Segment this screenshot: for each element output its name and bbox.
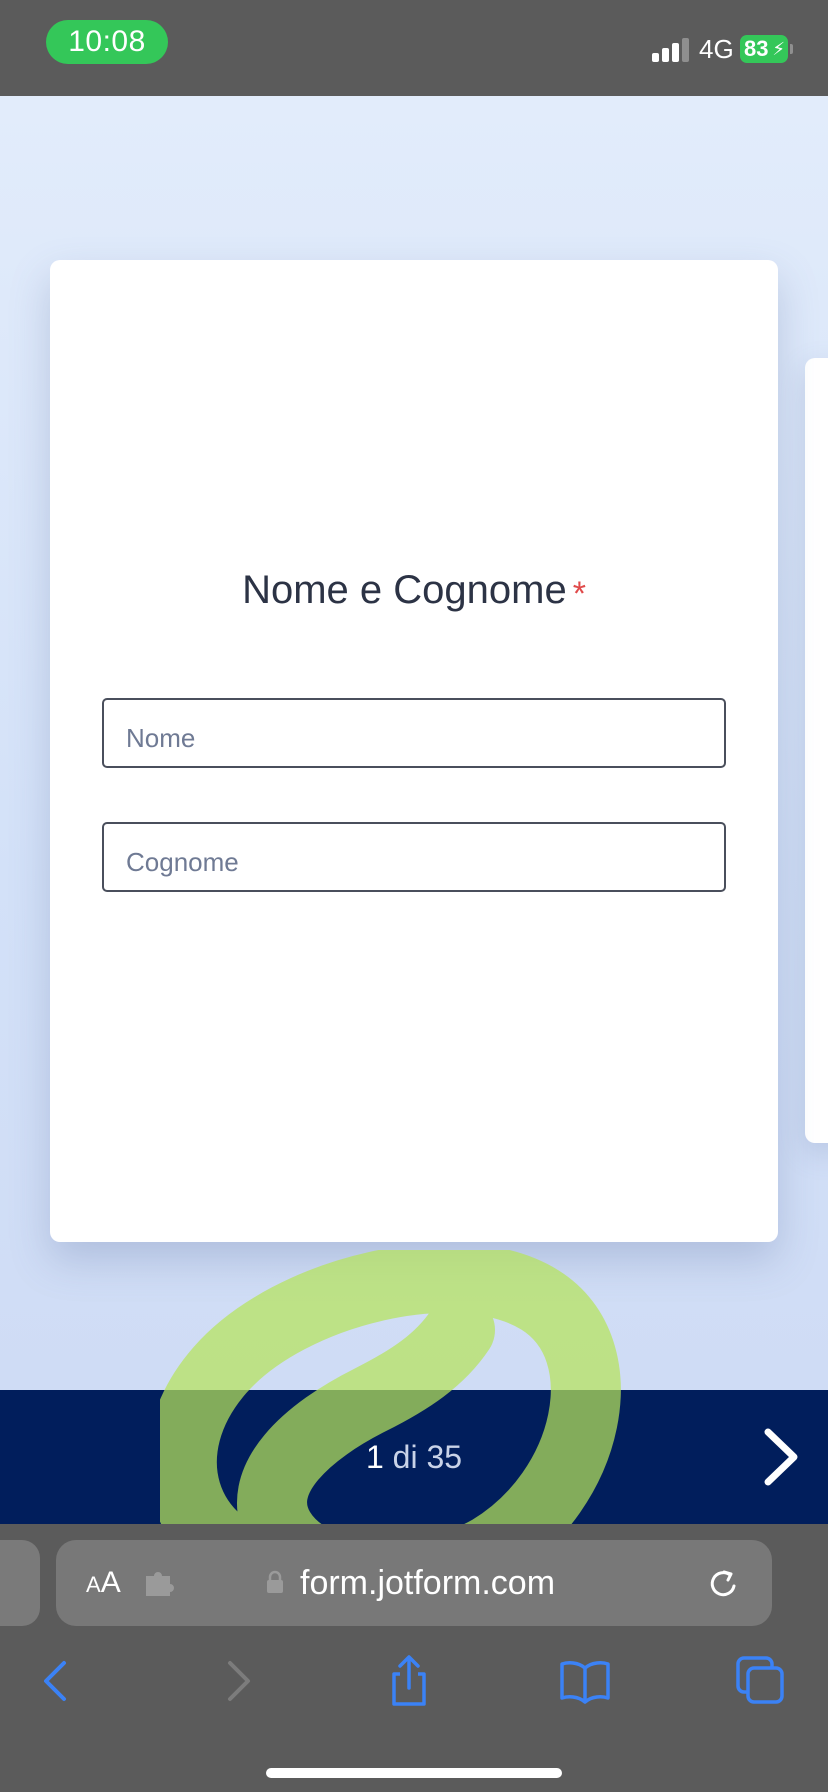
status-bar: 10:08 4G 83 ⚡: [0, 0, 828, 96]
book-icon[interactable]: [558, 1654, 612, 1708]
reader-settings-button[interactable]: AA: [86, 1540, 121, 1626]
share-icon[interactable]: [382, 1654, 436, 1708]
current-page: 1: [365, 1439, 384, 1475]
address-bar[interactable]: AA form.jotform.com: [56, 1540, 772, 1626]
page-separator: di: [392, 1439, 418, 1475]
tabs-icon[interactable]: [734, 1654, 788, 1708]
question-label-text: Nome e Cognome: [242, 568, 567, 612]
network-type: 4G: [699, 34, 734, 64]
signal-icon: [652, 38, 690, 62]
previous-tab[interactable]: [0, 1540, 40, 1626]
page-counter: 1 di 35: [0, 1390, 828, 1524]
question-card: Nome e Cognome *: [50, 260, 778, 1242]
reload-icon[interactable]: [706, 1566, 742, 1602]
battery-icon: 83 ⚡: [740, 35, 793, 63]
battery-level: 83: [744, 36, 769, 61]
forward-icon[interactable]: [210, 1654, 264, 1708]
last-name-input[interactable]: [102, 822, 726, 892]
lock-icon: [267, 1570, 283, 1593]
first-name-input[interactable]: [102, 698, 726, 768]
chevron-right-icon[interactable]: [748, 1424, 814, 1490]
required-marker: *: [572, 575, 586, 613]
next-question-card: [805, 358, 828, 1143]
browser-bar: AA form.jotform.com: [0, 1524, 828, 1792]
question-label: Nome e Cognome *: [50, 565, 778, 619]
puzzle-icon[interactable]: [144, 1568, 176, 1598]
form-navigation-bar: 1 di 35: [0, 1390, 828, 1524]
charging-bolt-icon: ⚡: [772, 39, 785, 59]
home-indicator[interactable]: [266, 1768, 562, 1778]
form-content: Nome e Cognome *: [0, 96, 828, 1390]
total-pages: 35: [426, 1439, 463, 1475]
screen: 10:08 4G 83⚡ Nome e Cognome* 1 di 35: [0, 0, 828, 1792]
back-icon[interactable]: [30, 1654, 84, 1708]
url-text: form.jotform.com: [300, 1564, 556, 1602]
status-time[interactable]: 10:08: [46, 20, 168, 64]
